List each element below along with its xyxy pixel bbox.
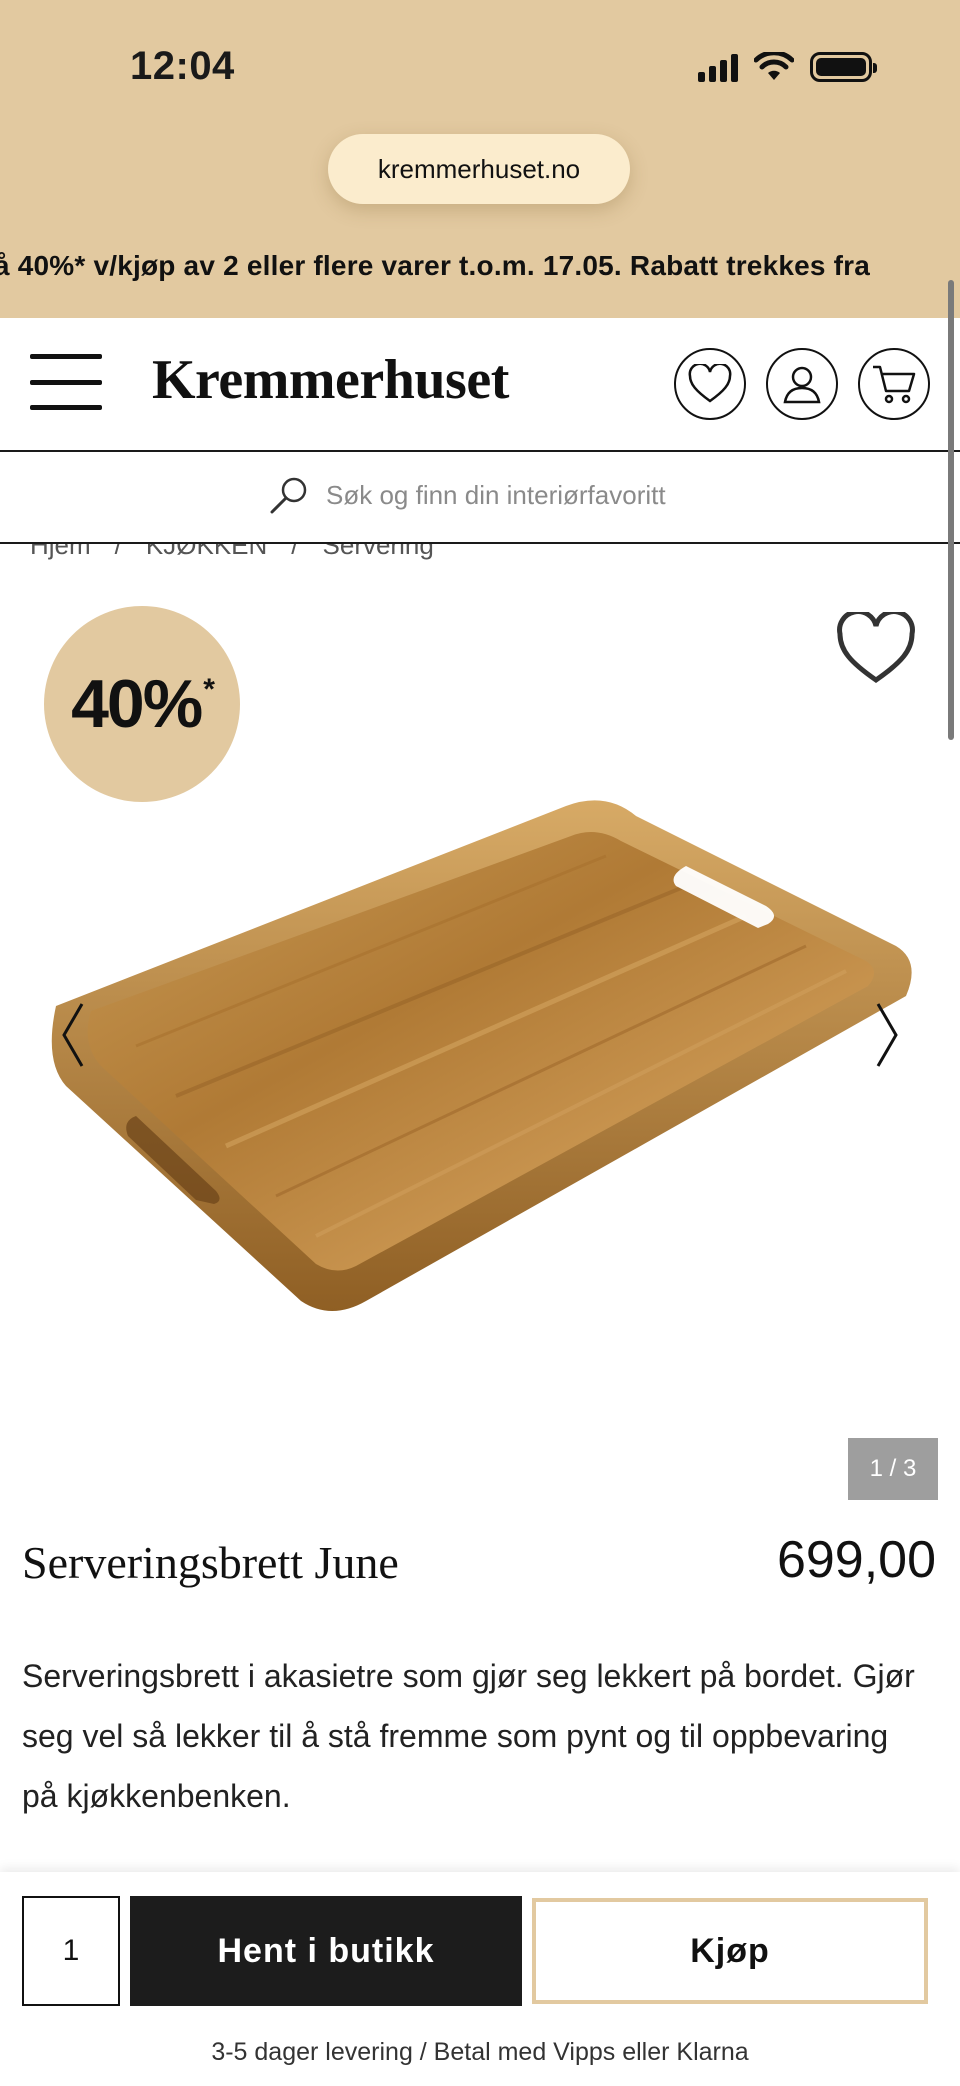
status-time: 12:04: [130, 44, 235, 88]
discount-badge: 40% *: [44, 606, 240, 802]
search-icon: [270, 477, 307, 514]
discount-label: 40%: [71, 666, 203, 742]
status-icons: [698, 52, 877, 82]
site-header: Kremmerhuset: [0, 318, 960, 452]
url-bar[interactable]: kremmerhuset.no: [328, 134, 630, 204]
wifi-icon: [754, 52, 794, 80]
buy-button[interactable]: Kjøp: [532, 1898, 928, 2004]
product-title: Serveringsbrett June: [22, 1537, 399, 1588]
product-gallery[interactable]: 40% * 1 / 3: [0, 560, 960, 1510]
quantity-input[interactable]: 1: [22, 1896, 120, 2006]
search-bar[interactable]: Søk og finn din interiørfavoritt: [0, 452, 960, 544]
pickup-in-store-button[interactable]: Hent i butikk: [130, 1896, 522, 2006]
menu-icon[interactable]: [30, 354, 102, 410]
buy-bar: 1 Hent i butikk Kjøp 3-5 dager levering …: [0, 1872, 960, 2086]
chevron-right-icon[interactable]: [872, 1000, 902, 1070]
discount-mark: *: [203, 673, 215, 706]
cart-icon: [873, 365, 916, 404]
site-logo[interactable]: Kremmerhuset: [152, 348, 509, 412]
wishlist-button[interactable]: [674, 348, 746, 420]
heart-icon: [688, 364, 732, 403]
product-description: Serveringsbrett i akasietre som gjør seg…: [22, 1658, 915, 1814]
top-area: 12:04 kremmerhuset.no å 40%* v/kjøp av 2…: [0, 0, 960, 318]
favorite-heart-icon[interactable]: [836, 612, 916, 686]
page-scrollbar[interactable]: [948, 280, 954, 740]
search-input[interactable]: Søk og finn din interiørfavoritt: [326, 480, 666, 511]
product-image: [46, 796, 916, 1316]
image-counter: 1 / 3: [848, 1438, 938, 1500]
delivery-note: 3-5 dager levering / Betal med Vipps ell…: [211, 2038, 749, 2066]
chevron-left-icon[interactable]: [58, 1000, 88, 1070]
promo-banner: å 40%* v/kjøp av 2 eller flere varer t.o…: [0, 250, 871, 281]
battery-icon: [810, 52, 877, 82]
cart-button[interactable]: [858, 348, 930, 420]
user-icon: [783, 366, 821, 404]
product-price: 699,00: [776, 1531, 936, 1589]
account-button[interactable]: [766, 348, 838, 420]
cellular-signal-icon: [698, 52, 738, 82]
